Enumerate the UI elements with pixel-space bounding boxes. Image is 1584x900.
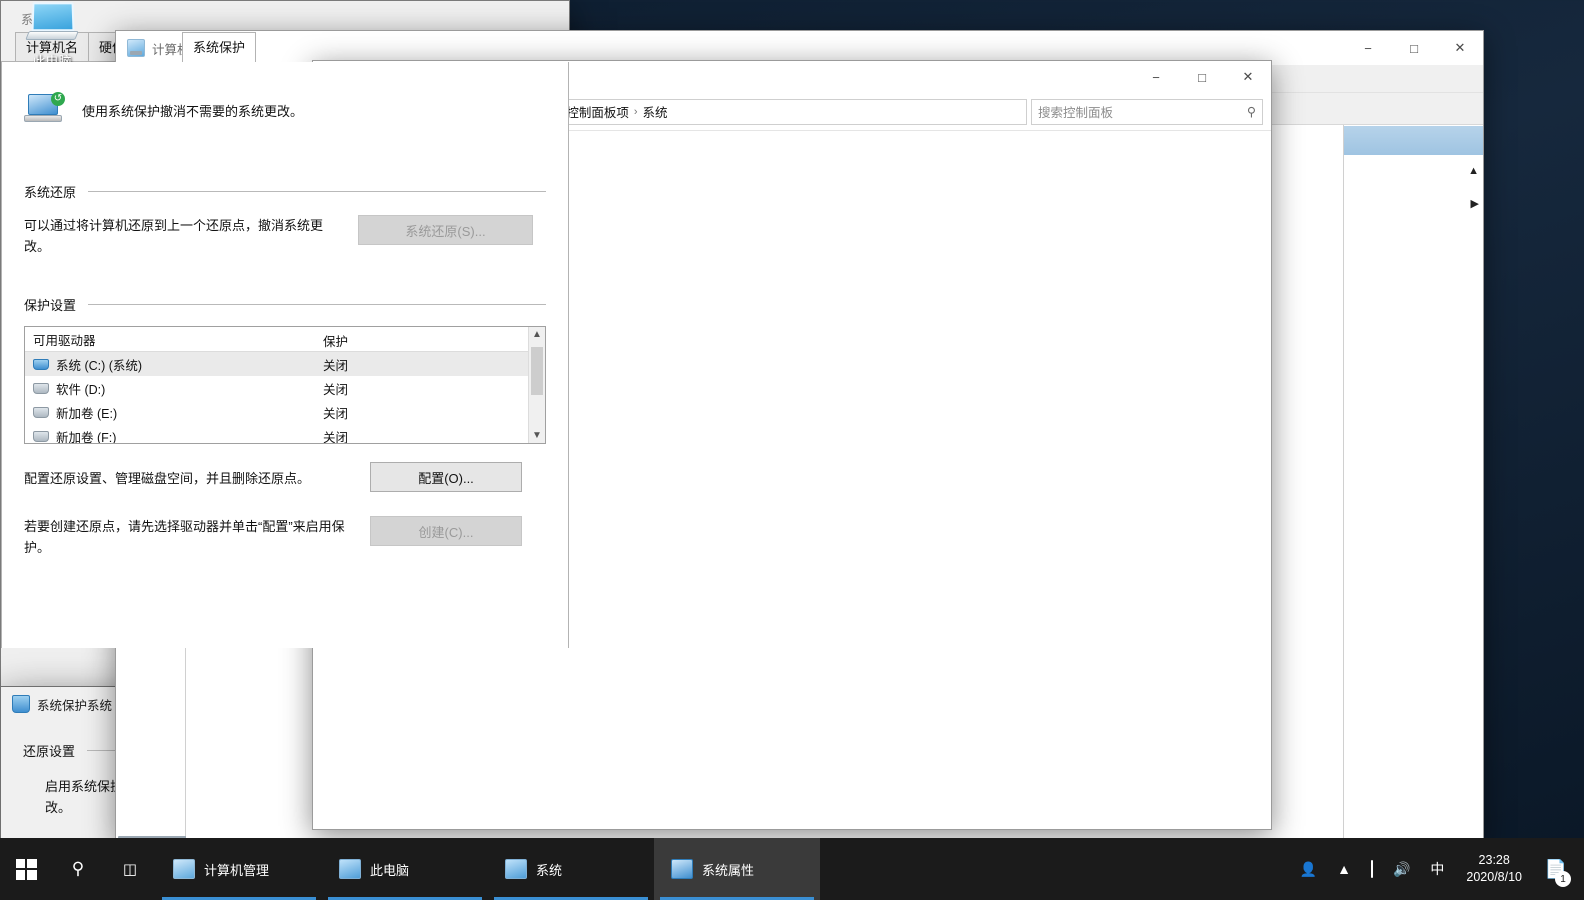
configure-button[interactable]: 配置(O)...: [370, 462, 522, 492]
maximize-button[interactable]: □: [1391, 31, 1437, 65]
column-header-protection: 保护: [323, 335, 349, 349]
search-placeholder: 搜索控制面板: [1038, 106, 1114, 120]
system-restore-section-header: 系统还原: [24, 182, 546, 201]
protection-settings-section-header: 保护设置: [24, 295, 546, 314]
breadcrumb-item-system[interactable]: 系统: [643, 102, 668, 121]
taskbar-button-label: 系统: [536, 862, 563, 878]
scroll-up-icon[interactable]: ▲: [1468, 165, 1479, 177]
taskbar-button-label: 计算机管理: [204, 862, 270, 878]
drive-list-scrollbar[interactable]: ▲ ▼: [528, 327, 545, 443]
people-icon[interactable]: 👤: [1290, 861, 1327, 878]
section-title: 还原设置: [23, 744, 76, 759]
ime-indicator[interactable]: 中: [1420, 859, 1454, 879]
search-icon[interactable]: ⚲: [1247, 104, 1256, 119]
this-pc-icon: [339, 859, 361, 879]
taskbar: ⚲ ◫ 计算机管理 此电脑 系统 系统属性 👤 ▲ 🔊 中 23:28 2020…: [0, 838, 1584, 900]
drive-protection-state: 关闭: [323, 358, 349, 373]
drive-protection-state: 关闭: [323, 382, 349, 397]
actions-pane-header[interactable]: [1344, 125, 1483, 155]
divider: [88, 304, 546, 305]
desktop-icon-this-pc[interactable]: 此电脑: [4, 0, 100, 70]
intro-text: 使用系统保护撤消不需要的系统更改。: [82, 104, 304, 119]
system-protection-shield-icon: ↺: [24, 92, 66, 130]
system-protection-tab-panel: ↺ 使用系统保护撤消不需要的系统更改。 系统还原 可以通过将计算机还原到上一个还…: [1, 62, 569, 648]
table-row[interactable]: 新加卷 (E:) 关闭: [25, 400, 545, 424]
configure-row: 配置还原设置、管理磁盘空间，并且删除还原点。 配置(O)...: [24, 462, 546, 492]
create-restore-point-button[interactable]: 创建(C)...: [370, 516, 522, 546]
divider: [88, 191, 546, 192]
column-header-drive: 可用驱动器: [33, 333, 96, 348]
taskbar-button-label: 此电脑: [370, 862, 410, 878]
system-icon: [505, 859, 527, 879]
this-pc-icon: [25, 0, 79, 48]
system-drive-icon: [12, 695, 30, 713]
drive-name: 新加卷 (F:): [56, 430, 117, 444]
table-row[interactable]: 系统 (C:) (系统) 关闭: [25, 352, 545, 376]
window-controls: − □ ✕: [1345, 31, 1483, 65]
system-tray: 👤 ▲ 🔊 中 23:28 2020/8/10 📄 1: [1290, 838, 1584, 900]
scroll-down-icon[interactable]: ▼: [532, 428, 542, 443]
system-restore-button[interactable]: 系统还原(S)...: [358, 215, 533, 245]
available-drives-list[interactable]: 可用驱动器 保护 系统 (C:) (系统) 关闭 软件 (D:) 关闭 新加卷 …: [24, 326, 546, 444]
section-title: 系统还原: [24, 185, 77, 200]
windows-logo-icon: [15, 858, 37, 880]
taskbar-button-system-properties[interactable]: 系统属性: [654, 838, 820, 900]
drive-name: 软件 (D:): [56, 382, 106, 397]
intro-row: ↺ 使用系统保护撤消不需要的系统更改。: [24, 92, 546, 130]
clock-time: 23:28: [1478, 853, 1510, 867]
drive-protection-state: 关闭: [323, 430, 349, 444]
scroll-up-icon[interactable]: ▲: [532, 327, 542, 342]
table-row[interactable]: 软件 (D:) 关闭: [25, 376, 545, 400]
scroll-right-icon[interactable]: ▶: [1471, 197, 1479, 210]
task-view-icon[interactable]: ◫: [104, 838, 156, 900]
network-icon[interactable]: [1361, 860, 1383, 878]
search-control-panel-input[interactable]: 搜索控制面板 ⚲: [1031, 98, 1263, 125]
system-properties-dialog: 系统属性 计算机名 硬件 高级 系统保护 远程 ↺ 使用系统保护撤消不需要的系统…: [0, 0, 570, 712]
drive-name: 新加卷 (E:): [56, 406, 118, 421]
taskbar-button-this-pc[interactable]: 此电脑: [322, 838, 488, 900]
breadcrumb-separator: ›: [633, 105, 638, 118]
section-title: 保护设置: [24, 298, 77, 313]
list-header: 可用驱动器 保护: [25, 327, 545, 352]
notification-icon[interactable]: 📄 1: [1534, 838, 1578, 900]
taskbar-button-label: 系统属性: [702, 862, 755, 878]
scrollbar-thumb[interactable]: [531, 347, 543, 395]
taskbar-button-computer-management[interactable]: 计算机管理: [156, 838, 322, 900]
maximize-button[interactable]: □: [1179, 61, 1225, 93]
start-button[interactable]: [0, 838, 52, 900]
computer-management-icon: [173, 859, 195, 879]
drive-protection-state: 关闭: [323, 406, 349, 421]
drive-icon: [33, 430, 49, 442]
drive-icon: [33, 382, 49, 394]
create-description: 若要创建还原点，请先选择驱动器并单击“配置”来启用保护。: [24, 519, 345, 555]
configure-description: 配置还原设置、管理磁盘空间，并且删除还原点。: [24, 470, 311, 486]
system-restore-description: 可以通过将计算机还原到上一个还原点，撤消系统更改。: [24, 218, 324, 254]
volume-icon[interactable]: 🔊: [1383, 861, 1420, 878]
clock-date: 2020/8/10: [1466, 870, 1522, 884]
taskbar-button-system[interactable]: 系统: [488, 838, 654, 900]
tab-system-protection[interactable]: 系统保护: [182, 32, 257, 62]
system-restore-row: 可以通过将计算机还原到上一个还原点，撤消系统更改。 系统还原(S)...: [24, 215, 546, 257]
notification-badge: 1: [1555, 871, 1571, 887]
search-icon[interactable]: ⚲: [52, 838, 104, 900]
clock[interactable]: 23:28 2020/8/10: [1454, 852, 1534, 886]
close-button[interactable]: ✕: [1437, 31, 1483, 65]
drive-icon: [33, 406, 49, 418]
create-row: 若要创建还原点，请先选择驱动器并单击“配置”来启用保护。 创建(C)...: [24, 516, 546, 558]
table-row[interactable]: 新加卷 (F:) 关闭: [25, 424, 545, 444]
minimize-button[interactable]: −: [1345, 31, 1391, 65]
system-properties-icon: [671, 859, 693, 879]
chevron-up-icon[interactable]: ▲: [1327, 861, 1361, 877]
minimize-button[interactable]: −: [1133, 61, 1179, 93]
actions-pane: ▲ ▶: [1343, 125, 1483, 841]
computer-management-icon: [127, 39, 145, 57]
drive-name: 系统 (C:) (系统): [56, 358, 143, 373]
close-button[interactable]: ✕: [1225, 61, 1271, 93]
window-controls: − □ ✕: [1133, 61, 1271, 93]
system-drive-icon: [33, 358, 49, 370]
